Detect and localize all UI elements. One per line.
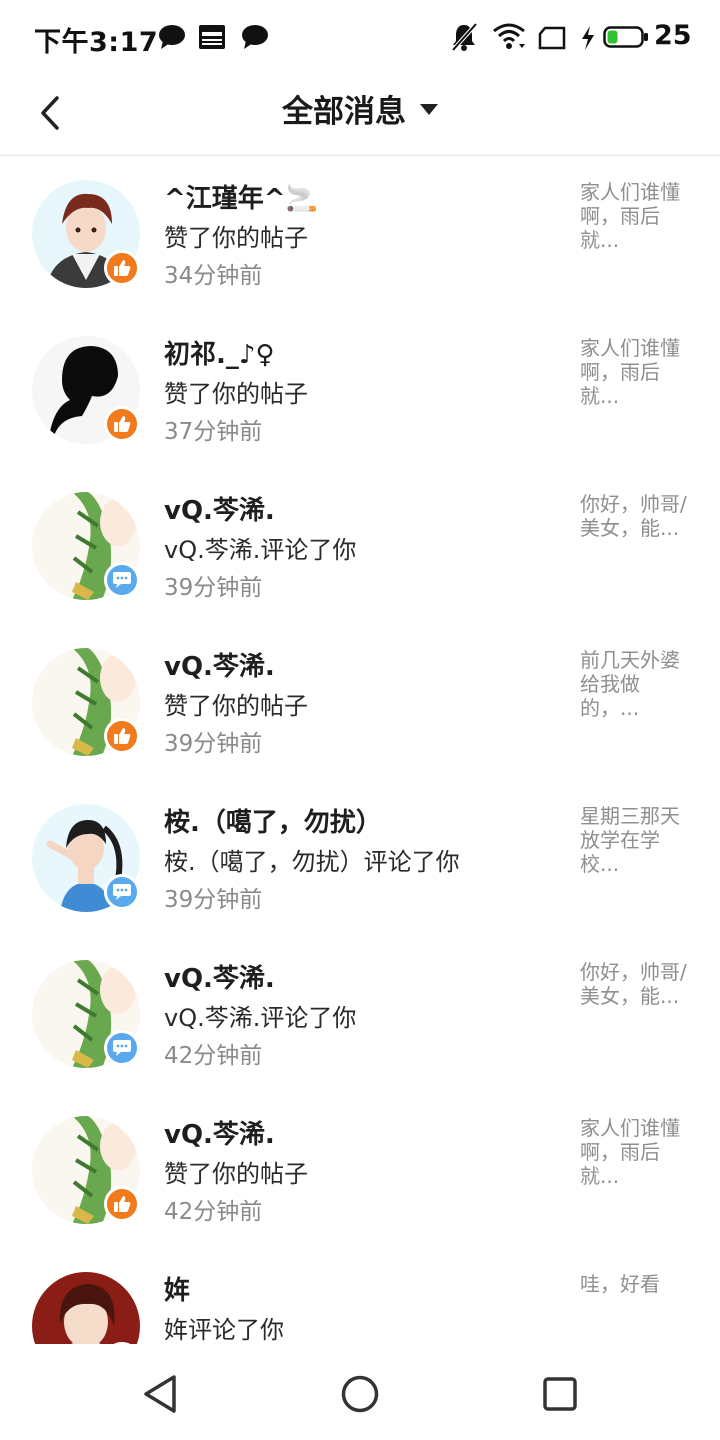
thumbs-up-icon xyxy=(114,260,131,276)
comment-bubble-icon xyxy=(113,884,131,900)
like-badge xyxy=(104,718,140,754)
like-badge xyxy=(104,1186,140,1222)
news-icon xyxy=(199,25,225,53)
message-action: vQ.芩浠.评论了你 xyxy=(164,536,357,564)
avatar[interactable] xyxy=(32,1272,140,1344)
message-time: 42分钟前 xyxy=(164,1043,263,1069)
battery-icon xyxy=(603,25,649,53)
post-preview: 你好，帅哥/美女，能... xyxy=(580,492,687,540)
message-action: 桉.（噶了，勿扰）评论了你 xyxy=(164,848,460,876)
sender-name: vQ.芩浠. xyxy=(164,496,275,526)
navigation-bar xyxy=(0,1344,720,1440)
square-recents-icon xyxy=(543,1377,577,1411)
message-time: 42分钟前 xyxy=(164,1199,263,1225)
nav-home-button[interactable] xyxy=(338,1372,382,1416)
post-preview: 星期三那天放学在学校... xyxy=(580,804,680,876)
nav-back-button[interactable] xyxy=(138,1372,182,1416)
message-list[interactable]: ^江瑾年^🚬 赞了你的帖子 34分钟前 家人们谁懂啊，雨后就... 初祁._♪♀ 赞了你的… xyxy=(0,156,720,1344)
post-preview: 前几天外婆给我做的，... xyxy=(580,648,680,720)
comment-badge xyxy=(104,874,140,910)
page-title: 全部消息 xyxy=(282,93,406,130)
thumbs-up-icon xyxy=(114,728,131,744)
comment-bubble-icon xyxy=(113,1040,131,1056)
bell-muted-icon xyxy=(450,22,478,56)
post-preview: 你好，帅哥/美女，能... xyxy=(580,960,687,1008)
triangle-back-icon xyxy=(144,1375,176,1413)
message-item[interactable]: 姩姩评论了你 哇，好看 xyxy=(0,1248,720,1344)
message-item[interactable]: vQ.芩浠. vQ.芩浠.评论了你 42分钟前 你好，帅哥/美女，能... xyxy=(0,936,720,1092)
sender-name: vQ.芩浠. xyxy=(164,1120,275,1150)
post-preview: 哇，好看 xyxy=(580,1272,660,1296)
message-time: 39分钟前 xyxy=(164,887,263,913)
comment-badge xyxy=(104,562,140,598)
chat-bubble-icon xyxy=(158,24,186,54)
sender-name: vQ.芩浠. xyxy=(164,652,275,682)
like-badge xyxy=(104,406,140,442)
sender-name: 桉.（噶了，勿扰） xyxy=(164,808,382,838)
thumbs-up-icon xyxy=(114,416,131,432)
status-bar: 下午3:17 25 xyxy=(0,0,720,76)
message-item[interactable]: vQ.芩浠. 赞了你的帖子 42分钟前 家人们谁懂啊，雨后就... xyxy=(0,1092,720,1248)
comment-badge xyxy=(104,1030,140,1066)
title-dropdown[interactable]: 全部消息 xyxy=(0,76,720,140)
message-action: 赞了你的帖子 xyxy=(164,224,308,252)
message-action: 姩评论了你 xyxy=(164,1316,284,1344)
nav-recents-button[interactable] xyxy=(538,1372,582,1416)
message-action: 赞了你的帖子 xyxy=(164,692,308,720)
sender-name: ^江瑾年^🚬 xyxy=(164,184,318,214)
post-preview: 家人们谁懂啊，雨后就... xyxy=(580,180,680,252)
message-time: 39分钟前 xyxy=(164,731,263,757)
status-time: 下午3:17 xyxy=(34,27,159,58)
message-item[interactable]: 桉.（噶了，勿扰） 桉.（噶了，勿扰）评论了你 39分钟前 星期三那天放学在学校... xyxy=(0,780,720,936)
message-item[interactable]: 初祁._♪♀ 赞了你的帖子 37分钟前 家人们谁懂啊，雨后就... xyxy=(0,312,720,468)
sender-name: 初祁._♪♀ xyxy=(164,340,275,370)
post-preview: 家人们谁懂啊，雨后就... xyxy=(580,336,680,408)
message-time: 39分钟前 xyxy=(164,575,263,601)
message-item[interactable]: vQ.芩浠. vQ.芩浠.评论了你 39分钟前 你好，帅哥/美女，能... xyxy=(0,468,720,624)
message-time: 34分钟前 xyxy=(164,263,263,289)
message-item[interactable]: ^江瑾年^🚬 赞了你的帖子 34分钟前 家人们谁懂啊，雨后就... xyxy=(0,156,720,312)
message-time: 37分钟前 xyxy=(164,419,263,445)
thumbs-up-icon xyxy=(114,1196,131,1212)
circle-home-icon xyxy=(341,1375,379,1413)
chat-bubble-icon xyxy=(241,24,269,54)
message-action: 赞了你的帖子 xyxy=(164,380,308,408)
message-action: vQ.芩浠.评论了你 xyxy=(164,1004,357,1032)
charging-bolt-icon xyxy=(580,26,596,54)
comment-bubble-icon xyxy=(113,572,131,588)
app-header: 全部消息 xyxy=(0,76,720,156)
sender-name: 姩 xyxy=(164,1276,191,1306)
caret-down-icon xyxy=(420,104,438,115)
sim-icon xyxy=(538,26,566,54)
message-item[interactable]: vQ.芩浠. 赞了你的帖子 39分钟前 前几天外婆给我做的，... xyxy=(0,624,720,780)
wifi-icon xyxy=(492,22,526,54)
message-action: 赞了你的帖子 xyxy=(164,1160,308,1188)
sender-name: vQ.芩浠. xyxy=(164,964,275,994)
like-badge xyxy=(104,250,140,286)
battery-level: 25 xyxy=(654,20,692,51)
post-preview: 家人们谁懂啊，雨后就... xyxy=(580,1116,680,1188)
